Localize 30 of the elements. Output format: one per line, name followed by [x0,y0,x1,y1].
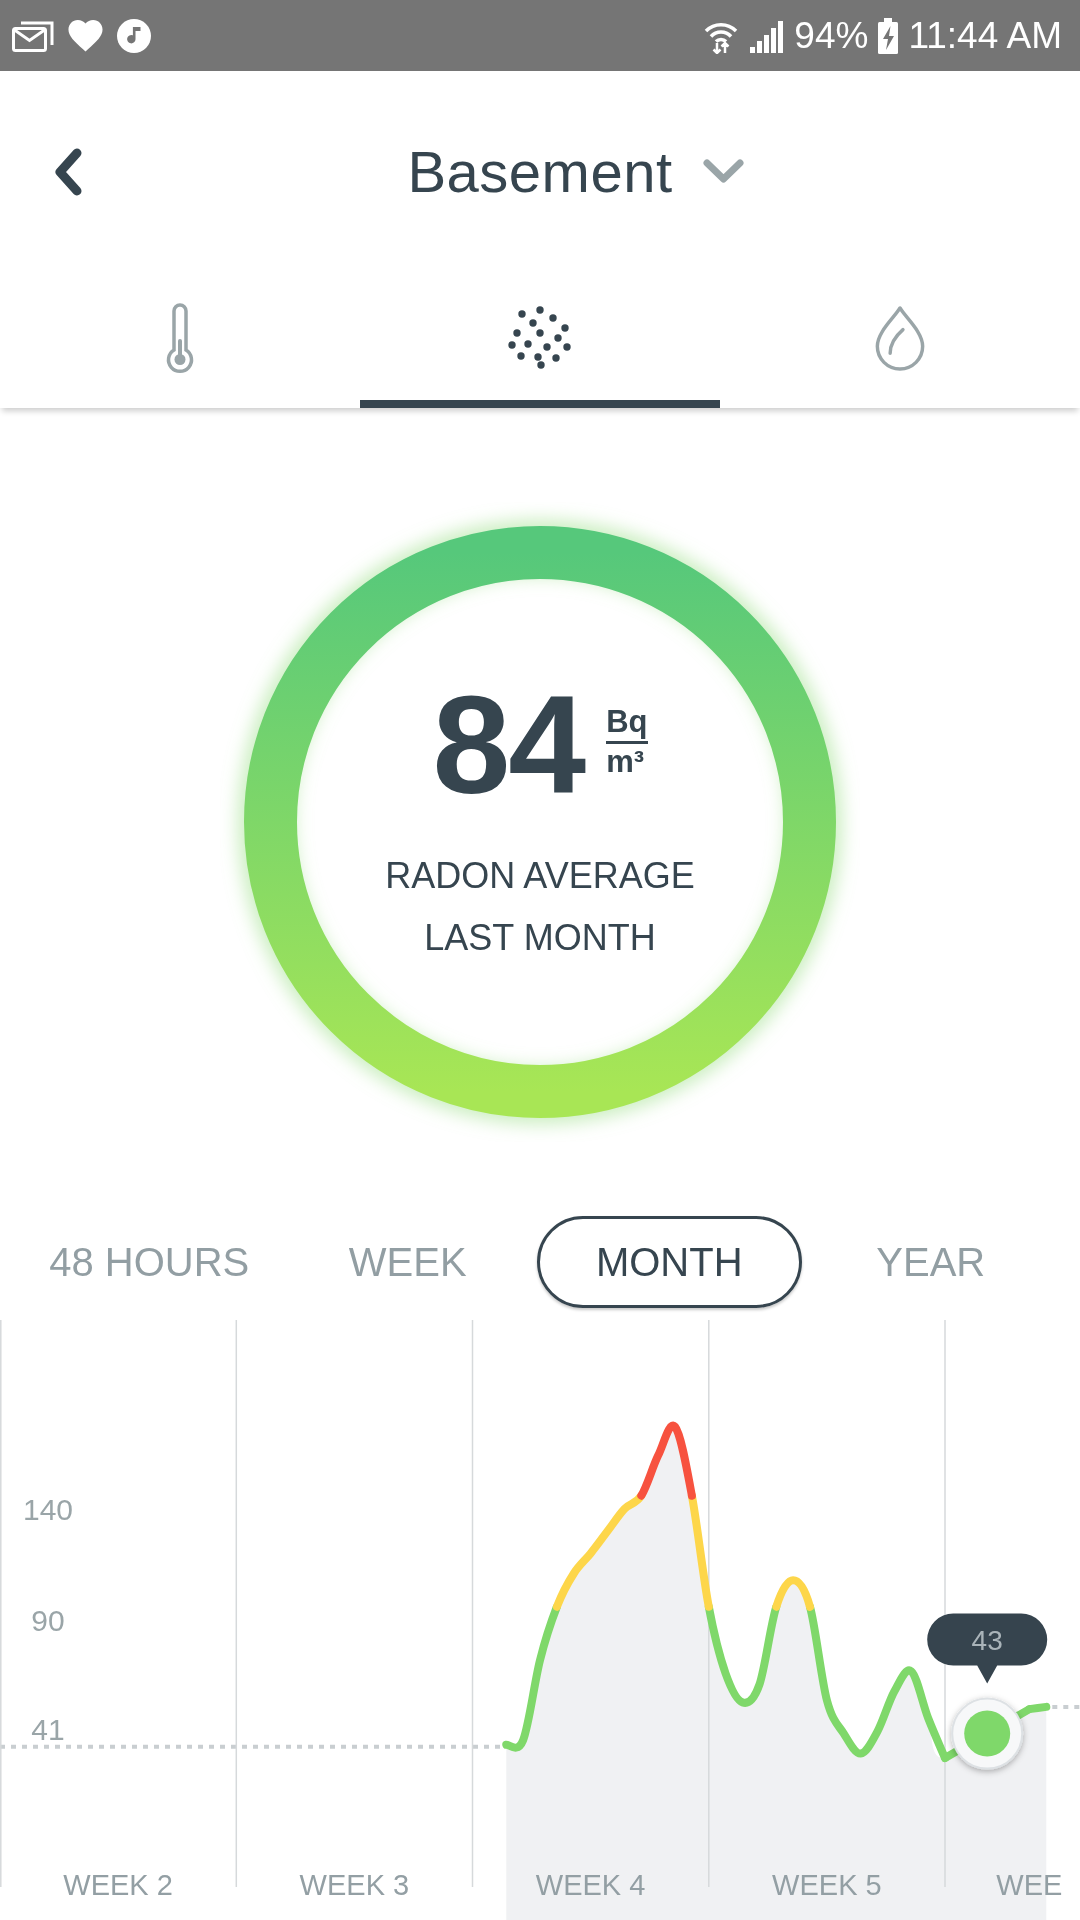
mail-icon [12,19,54,52]
x-axis-label: WEE [996,1869,1063,1901]
x-axis-label: WEEK 3 [299,1869,410,1901]
water-drop-icon [873,305,927,371]
clock-time: 11:44 AM [908,17,1062,54]
radon-caption: RADON AVERAGE LAST MONTH [384,854,696,960]
y-axis-label: 90 [31,1603,65,1637]
unit-denominator: m³ [606,744,646,780]
room-dropdown[interactable]: Basement [407,138,744,205]
range-tab[interactable]: WEEK [335,1216,480,1308]
range-tab[interactable]: 48 HOURS [36,1216,263,1308]
tooltip-value: 43 [971,1624,1003,1656]
x-axis-label: WEEK 4 [535,1869,646,1901]
music-note-icon [117,18,151,53]
signal-icon [748,18,786,53]
range-tab[interactable]: YEAR [863,1216,999,1308]
y-axis-label: 140 [22,1492,74,1526]
x-axis-label: WEEK 5 [772,1869,882,1901]
heart-icon [68,19,103,52]
dotted-line [1052,1704,1080,1709]
battery-charging-icon [877,17,900,54]
range-tab[interactable]: MONTH [536,1216,802,1308]
y-axis-label: 41 [31,1712,65,1746]
unit-numerator: Bq [606,704,648,744]
chevron-down-icon [702,159,744,184]
dots-icon [508,306,572,370]
selection-handle[interactable] [951,1697,1024,1770]
battery-percentage: 94% [794,17,869,54]
radon-value: 84 [432,675,585,815]
x-axis-label: WEEK 2 [63,1869,173,1901]
